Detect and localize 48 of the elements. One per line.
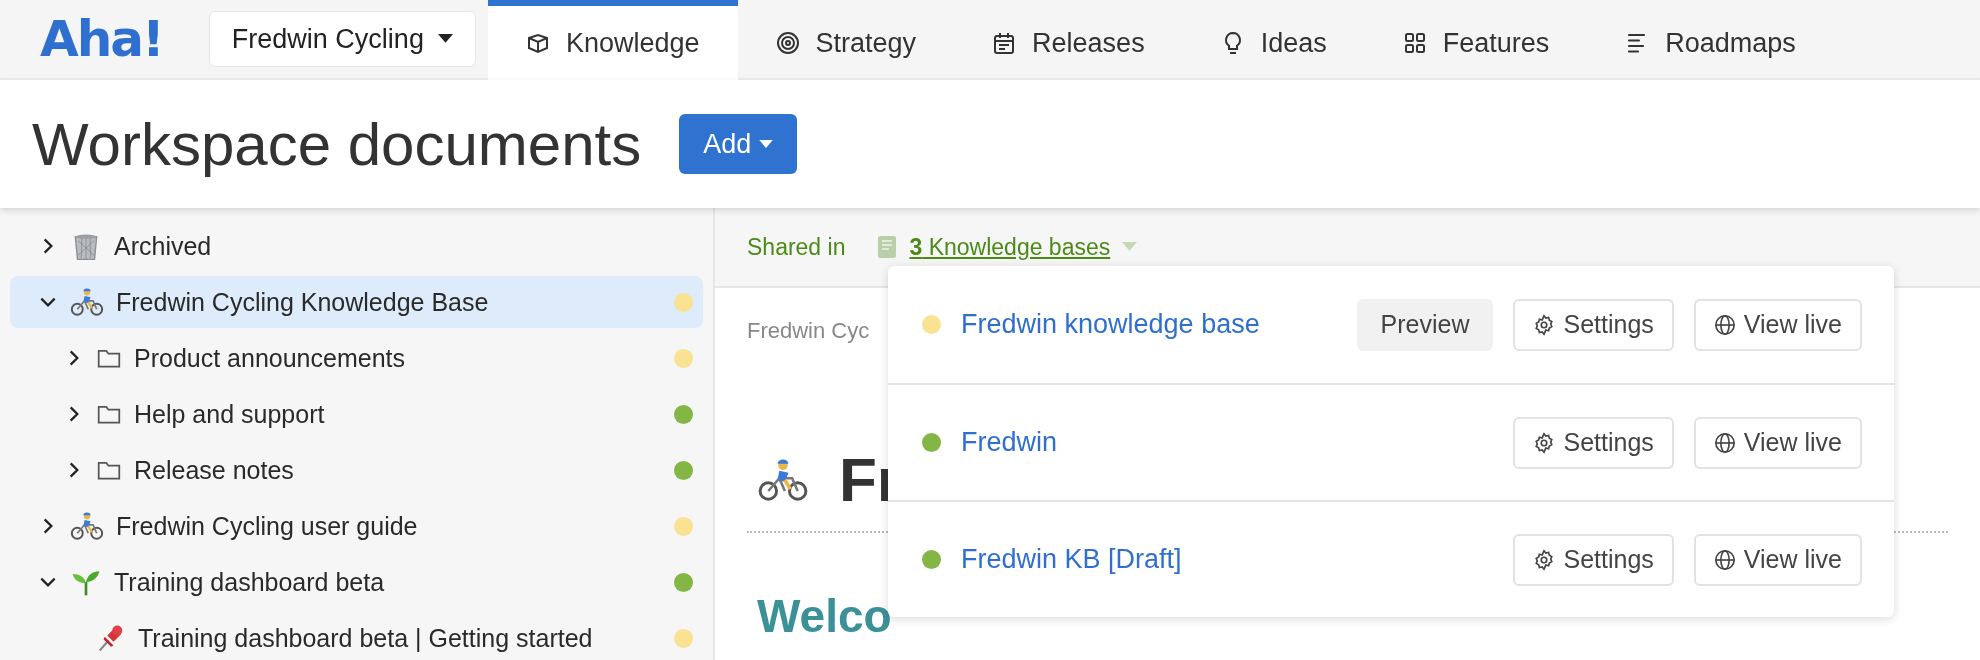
nav-tab[interactable]: Releases bbox=[954, 0, 1183, 80]
caret-icon bbox=[759, 139, 774, 149]
tree-item[interactable]: Fredwin Cycling user guide bbox=[10, 500, 703, 552]
tree-item[interactable]: Training dashboard beta bbox=[10, 556, 703, 608]
workspace-dropdown[interactable]: Fredwin Cycling bbox=[208, 11, 476, 67]
globe-icon bbox=[1713, 431, 1736, 454]
tree-item[interactable]: Fredwin Cycling Knowledge Base bbox=[10, 276, 703, 328]
breadcrumb[interactable]: Fredwin Cyc bbox=[747, 318, 870, 344]
cyclist-icon bbox=[70, 287, 104, 317]
settings-icon bbox=[1533, 548, 1556, 571]
tree-item[interactable]: Help and support bbox=[10, 388, 703, 440]
settings-icon bbox=[1533, 431, 1556, 454]
knowledge-base-link[interactable]: Fredwin knowledge base bbox=[961, 309, 1260, 340]
book-icon bbox=[877, 235, 898, 259]
view-live-button[interactable]: View live bbox=[1693, 533, 1862, 586]
tree-item[interactable]: Release notes bbox=[10, 444, 703, 496]
knowledge-base-link[interactable]: Fredwin bbox=[961, 427, 1058, 458]
globe-icon bbox=[1713, 313, 1736, 336]
caret-icon bbox=[437, 34, 453, 44]
calendar-icon bbox=[992, 31, 1017, 55]
nav-tab[interactable]: Knowledge bbox=[487, 0, 738, 80]
settings-button[interactable]: Settings bbox=[1513, 298, 1674, 351]
globe-icon bbox=[1713, 548, 1736, 571]
tree-item[interactable]: Archived bbox=[10, 220, 703, 272]
preview-button[interactable]: Preview bbox=[1356, 298, 1494, 351]
shared-label: Shared in bbox=[747, 233, 846, 261]
logo[interactable]: Aha! bbox=[40, 10, 163, 68]
page-title: Workspace documents bbox=[32, 109, 642, 179]
settings-button[interactable]: Settings bbox=[1513, 416, 1674, 469]
box-icon bbox=[525, 31, 550, 55]
settings-icon bbox=[1533, 313, 1556, 336]
nav-tab[interactable]: Ideas bbox=[1182, 0, 1365, 80]
settings-button[interactable]: Settings bbox=[1513, 533, 1674, 586]
view-live-button[interactable]: View live bbox=[1693, 416, 1862, 469]
target-icon bbox=[775, 31, 800, 55]
welcome-heading: Welco bbox=[756, 589, 892, 643]
tree-item[interactable]: Training dashboard beta | Getting started bbox=[10, 612, 703, 660]
nav-tab[interactable]: Strategy bbox=[737, 0, 955, 80]
cyclist-icon bbox=[757, 457, 809, 502]
add-button[interactable]: Add bbox=[679, 114, 798, 174]
grid-icon bbox=[1402, 31, 1427, 55]
view-live-button[interactable]: View live bbox=[1693, 298, 1862, 351]
cyclist-icon bbox=[70, 511, 104, 541]
nav-tab[interactable]: Features bbox=[1364, 0, 1588, 80]
tree-item[interactable]: Product announcements bbox=[10, 332, 703, 384]
knowledge-base-link[interactable]: Fredwin KB [Draft] bbox=[961, 544, 1182, 575]
nav-tab[interactable]: Roadmaps bbox=[1587, 0, 1834, 80]
knowledge-bases-link[interactable]: 3 Knowledge bases bbox=[909, 233, 1111, 261]
